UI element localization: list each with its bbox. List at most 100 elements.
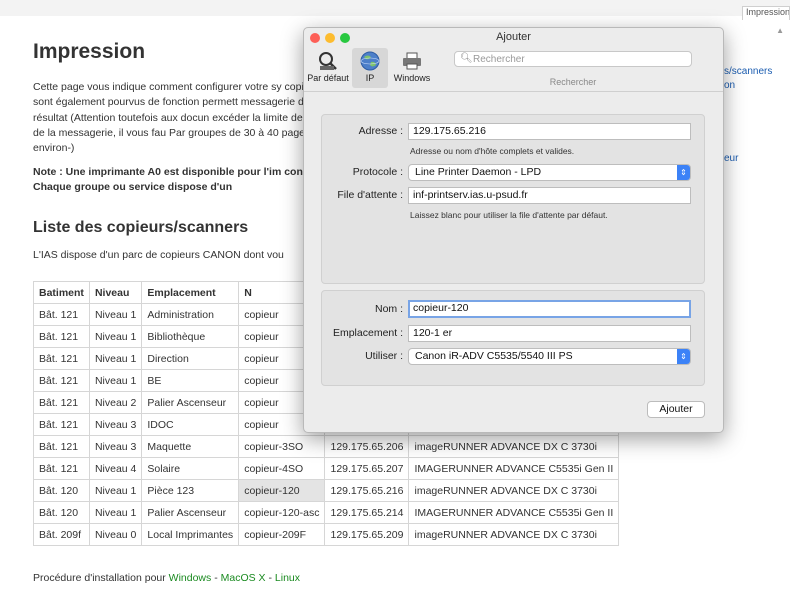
cell-ip: 129.175.65.214	[324, 501, 410, 524]
name-field[interactable]: copieur-120	[408, 300, 691, 318]
cell-batiment: Bât. 121	[33, 303, 90, 326]
section-title: Liste des copieurs/scanners	[33, 219, 249, 236]
cell-batiment: Bât. 121	[33, 391, 90, 414]
procedure-prefix: Procédure d'installation pour	[33, 572, 169, 584]
name-label: Nom :	[374, 303, 403, 315]
intro-paragraph: Cette page vous indique comment configur…	[33, 81, 328, 155]
cell-niveau: Niveau 3	[88, 435, 143, 458]
use-label: Utiliser :	[365, 350, 403, 362]
address-field[interactable]: 129.175.65.216	[408, 123, 691, 140]
cell-emplacement: Bibliothèque	[141, 325, 240, 348]
cell-niveau: Niveau 1	[88, 303, 143, 326]
queue-hint: Laissez blanc pour utiliser la file d'at…	[410, 210, 608, 220]
cell-niveau: Niveau 1	[88, 325, 143, 348]
cell-emplacement: Palier Ascenseur	[141, 501, 240, 524]
cell-modele: IMAGERUNNER ADVANCE C5535i Gen II	[408, 501, 620, 524]
protocol-select[interactable]: Line Printer Daemon - LPD ⇕	[408, 164, 691, 181]
location-field[interactable]: 120-1 er	[408, 325, 691, 342]
search-icon: 🔍︎	[460, 53, 473, 64]
cell-nom: copieur-120-asc	[238, 501, 326, 524]
cell-emplacement: Direction	[141, 347, 240, 370]
link-linux[interactable]: Linux	[275, 572, 300, 584]
cell-niveau: Niveau 3	[88, 413, 143, 436]
address-hint: Adresse ou nom d'hôte complets et valide…	[410, 146, 575, 156]
toolbar-default-button[interactable]: Par défaut	[306, 48, 350, 88]
table-row: Bât. 209f Niveau 0 Local Imprimantes copieu…	[33, 523, 620, 546]
add-printer-dialog: Ajouter Par défaut IP Windows 🔍︎ Recherc…	[303, 27, 724, 433]
browser-tab[interactable]: Impression	[742, 6, 790, 20]
cell-emplacement: IDOC	[141, 413, 240, 436]
table-row: Bât. 121 Niveau 4 Solaire copieur-4SO 129.17…	[33, 457, 620, 480]
protocol-value: Line Printer Daemon - LPD	[415, 166, 542, 178]
toolbar-divider	[304, 91, 723, 92]
cell-ip: 129.175.65.207	[324, 457, 410, 480]
globe-icon	[360, 51, 380, 71]
search-placeholder: Rechercher	[473, 54, 525, 65]
section-subtitle: L'IAS dispose d'un parc de copieurs CANO…	[33, 249, 284, 261]
dialog-title: Ajouter	[496, 31, 531, 43]
add-button[interactable]: Ajouter	[647, 401, 705, 418]
cell-batiment: Bât. 121	[33, 457, 90, 480]
toolbar-windows-label: Windows	[393, 73, 431, 83]
queue-label: File d'attente :	[337, 189, 403, 201]
cell-modele: imageRUNNER ADVANCE DX C 3730i	[408, 435, 620, 458]
dialog-titlebar: Ajouter	[304, 28, 723, 47]
toolbar-windows-button[interactable]: Windows	[390, 48, 434, 88]
link-windows[interactable]: Windows	[169, 572, 212, 584]
cell-niveau: Niveau 1	[88, 369, 143, 392]
driver-select[interactable]: Canon iR-ADV C5535/5540 III PS ⇕	[408, 348, 691, 365]
cell-modele: imageRUNNER ADVANCE DX C 3730i	[408, 479, 620, 502]
sidebar-link-eur[interactable]: eur	[724, 153, 738, 164]
protocol-label: Protocole :	[352, 166, 403, 178]
cell-emplacement: Palier Ascenseur	[141, 391, 240, 414]
cell-ip: 129.175.65.216	[324, 479, 410, 502]
cell-emplacement: BE	[141, 369, 240, 392]
page-title: Impression	[33, 40, 146, 63]
browser-tab-bar: Impression	[0, 0, 790, 20]
col-header-niveau: Niveau	[88, 281, 143, 304]
install-procedure: Procédure d'installation pour Windows - …	[33, 572, 300, 584]
cell-niveau: Niveau 4	[88, 457, 143, 480]
link-macos[interactable]: MacOS X	[221, 572, 266, 584]
cell-emplacement: Administration	[141, 303, 240, 326]
col-header-emplacement: Emplacement	[141, 281, 240, 304]
cell-niveau: Niveau 0	[88, 523, 143, 546]
toolbar-ip-button[interactable]: IP	[352, 48, 388, 88]
cell-ip: 129.175.65.206	[324, 435, 410, 458]
printer-icon	[403, 52, 421, 70]
cell-niveau: Niveau 2	[88, 391, 143, 414]
cell-emplacement: Maquette	[141, 435, 240, 458]
cell-emplacement: Solaire	[141, 457, 240, 480]
cell-batiment: Bât. 120	[33, 501, 90, 524]
cell-nom: copieur-120	[238, 479, 326, 502]
scroll-up-arrow-icon[interactable]: ▲	[776, 26, 784, 35]
cell-batiment: Bât. 121	[33, 325, 90, 348]
cell-modele: IMAGERUNNER ADVANCE C5535i Gen II	[408, 457, 620, 480]
driver-value: Canon iR-ADV C5535/5540 III PS	[415, 350, 573, 362]
toolbar-default-label: Par défaut	[307, 73, 349, 83]
cell-ip: 129.175.65.209	[324, 523, 410, 546]
cell-emplacement: Pièce 123	[141, 479, 240, 502]
toolbar-ip-label: IP	[365, 73, 375, 83]
cell-niveau: Niveau 1	[88, 479, 143, 502]
sidebar-link-on[interactable]: on	[724, 80, 735, 91]
cell-modele: imageRUNNER ADVANCE DX C 3730i	[408, 523, 620, 546]
default-printer-icon	[319, 52, 337, 70]
note-paragraph: Note : Une imprimante A0 est disponible …	[33, 166, 329, 194]
cell-niveau: Niveau 1	[88, 347, 143, 370]
cell-emplacement: Local Imprimantes	[141, 523, 240, 546]
cell-batiment: Bât. 121	[33, 435, 90, 458]
queue-field[interactable]: inf-printserv.ias.u-psud.fr	[408, 187, 691, 204]
cell-nom: copieur-209F	[238, 523, 326, 546]
cell-batiment: Bât. 121	[33, 347, 90, 370]
table-row: Bât. 120 Niveau 1 Pièce 123 copieur-120 129.…	[33, 479, 620, 502]
search-field[interactable]: 🔍︎ Rechercher	[454, 51, 692, 67]
table-row: Bât. 121 Niveau 3 Maquette copieur-3SO 129.1…	[33, 435, 620, 458]
procedure-sep: -	[211, 572, 221, 584]
sidebar-link-scanners[interactable]: s/scanners	[724, 66, 772, 77]
col-header-batiment: Batiment	[33, 281, 90, 304]
search-caption: Rechercher	[549, 77, 597, 87]
location-label: Emplacement :	[332, 327, 403, 339]
cell-batiment: Bât. 209f	[33, 523, 90, 546]
procedure-sep: -	[265, 572, 275, 584]
